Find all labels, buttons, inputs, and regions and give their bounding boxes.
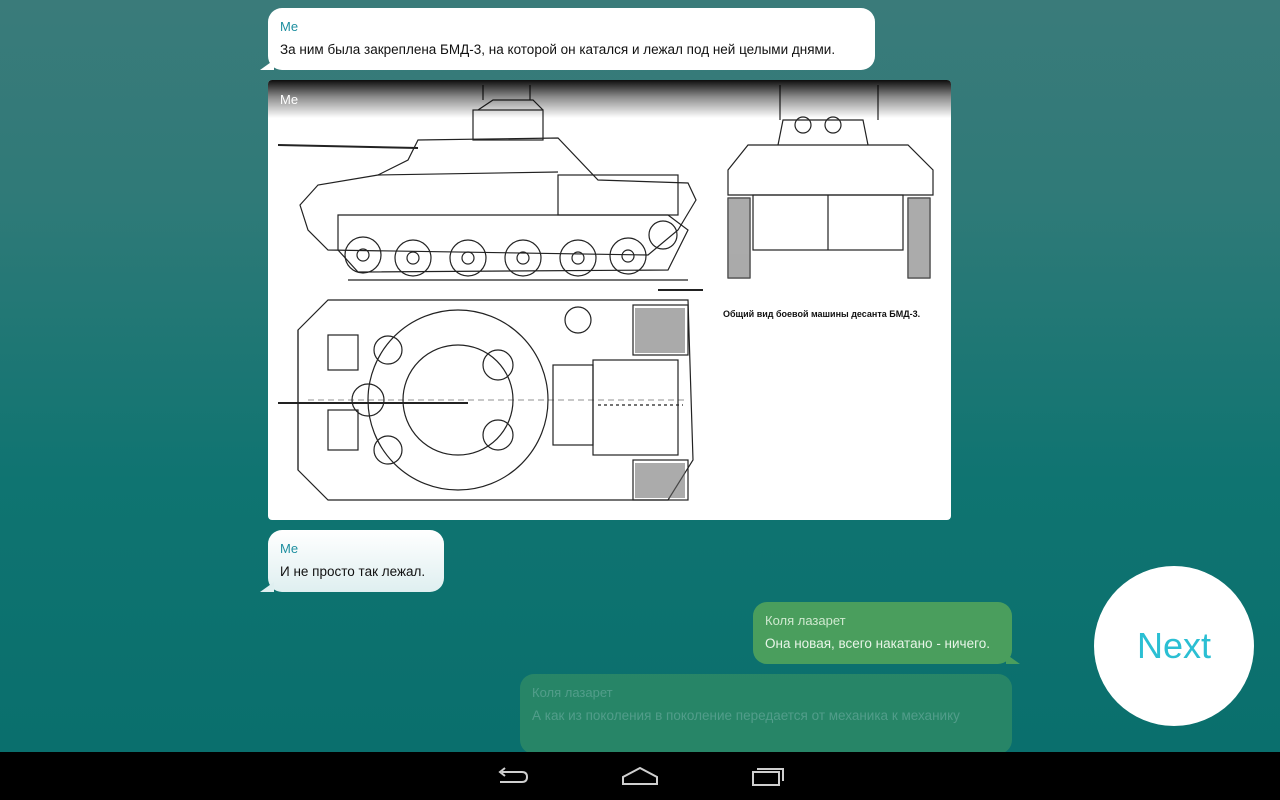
chat-list[interactable]: Me За ним была закреплена БМД-3, на кото… — [0, 0, 1280, 752]
next-button[interactable]: Next — [1094, 566, 1254, 726]
message-bubble-me[interactable]: Me За ним была закреплена БМД-3, на кото… — [260, 8, 875, 70]
recents-button[interactable] — [704, 752, 832, 800]
home-button[interactable] — [576, 752, 704, 800]
back-button[interactable] — [448, 752, 576, 800]
bubble-tail — [260, 60, 274, 70]
message-bubble-other-fading[interactable]: Коля лазарет А как из поколения в поколе… — [520, 674, 1012, 752]
home-icon — [622, 766, 658, 785]
message-sender: Me — [280, 92, 299, 107]
message-sender: Коля лазарет — [765, 613, 846, 628]
image-caption: Общий вид боевой машины десанта БМД-3. — [723, 309, 921, 319]
message-bubble-me[interactable]: Me И не просто так лежал. — [260, 530, 444, 592]
recents-icon — [752, 768, 784, 786]
message-bubble-other[interactable]: Коля лазарет Она новая, всего накатано -… — [753, 602, 1020, 664]
back-icon — [498, 767, 529, 783]
message-image-me[interactable]: Me Общий вид боевой машины десанта БМД-3… — [268, 80, 951, 520]
message-text: И не просто так лежал. — [280, 564, 426, 579]
message-text: Она новая, всего накатано - ничего. — [765, 636, 990, 651]
message-text: А как из поколения в поколение передаетс… — [532, 708, 960, 723]
bmd3-blueprint-image — [277, 85, 934, 501]
message-text: За ним была закреплена БМД-3, на которой… — [280, 42, 836, 57]
message-sender: Me — [280, 19, 299, 34]
image-top-fade — [268, 80, 951, 118]
message-sender: Коля лазарет — [532, 685, 613, 700]
bubble-tail — [1006, 654, 1020, 664]
system-navigation-bar — [0, 752, 1280, 800]
bubble-tail — [260, 582, 274, 592]
message-sender: Me — [280, 541, 299, 556]
